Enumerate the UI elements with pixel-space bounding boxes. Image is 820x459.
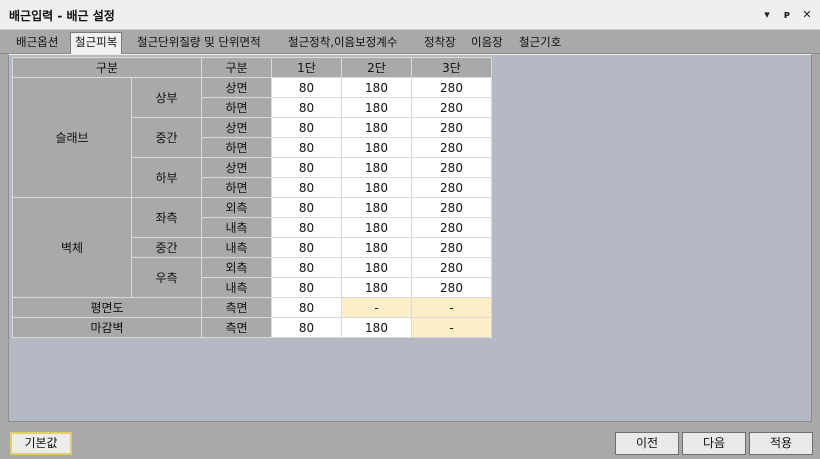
value-cell[interactable]: 180	[341, 117, 412, 138]
value-cell[interactable]: 280	[411, 257, 492, 278]
value-cell[interactable]: 280	[411, 177, 492, 198]
face-label: 내측	[201, 217, 272, 238]
close-icon[interactable]: ✕	[800, 6, 814, 22]
pin-icon[interactable]: ᴘ	[780, 6, 794, 22]
value-cell[interactable]: 180	[341, 97, 412, 118]
value-cell[interactable]: 180	[341, 137, 412, 158]
table-row: 마감벽 측면 80 180 -	[12, 317, 492, 338]
table-row: 슬래브 상부 상면 80 180 280	[12, 77, 492, 198]
face-label: 상면	[201, 77, 272, 98]
face-label: 외측	[201, 197, 272, 218]
header-col-3: 3단	[411, 57, 492, 78]
group-plan: 평면도	[12, 297, 202, 318]
value-cell[interactable]: 180	[341, 197, 412, 218]
header-col-2: 2단	[341, 57, 412, 78]
subgroup-middle: 중간	[131, 117, 202, 158]
tab-anchorage-coefficients[interactable]: 철근정착,이음보정계수	[288, 33, 397, 53]
tab-rebar-symbol[interactable]: 철근기호	[519, 33, 561, 53]
value-cell[interactable]: 280	[411, 197, 492, 218]
face-label: 하면	[201, 97, 272, 118]
table-row: 평면도 측면 80 - -	[12, 297, 492, 318]
rebar-cover-table: 구분 구분 1단 2단 3단 슬래브 상부 상면 80 180 280 하면 8…	[12, 57, 492, 338]
subgroup-right: 우측	[131, 257, 202, 298]
value-cell[interactable]: 180	[341, 77, 412, 98]
value-cell[interactable]: 80	[271, 277, 342, 298]
value-cell[interactable]: 180	[341, 237, 412, 258]
disabled-cell: -	[411, 317, 492, 338]
value-cell[interactable]: 80	[271, 297, 342, 318]
table-header-row: 구분 구분 1단 2단 3단	[12, 57, 492, 78]
face-label: 측면	[201, 317, 272, 338]
value-cell[interactable]: 80	[271, 117, 342, 138]
previous-button[interactable]: 이전	[615, 432, 679, 455]
disabled-cell: -	[411, 297, 492, 318]
value-cell[interactable]: 180	[341, 317, 412, 338]
value-cell[interactable]: 180	[341, 217, 412, 238]
tab-splice-length[interactable]: 이음장	[471, 33, 503, 53]
value-cell[interactable]: 280	[411, 97, 492, 118]
value-cell[interactable]: 180	[341, 277, 412, 298]
face-label: 하면	[201, 137, 272, 158]
subgroup-left: 좌측	[131, 197, 202, 238]
face-label: 내측	[201, 237, 272, 258]
value-cell[interactable]: 80	[271, 237, 342, 258]
next-button[interactable]: 다음	[682, 432, 746, 455]
group-wall: 벽체	[12, 197, 132, 298]
value-cell[interactable]: 80	[271, 97, 342, 118]
header-col-1: 1단	[271, 57, 342, 78]
face-label: 내측	[201, 277, 272, 298]
value-cell[interactable]: 280	[411, 237, 492, 258]
face-label: 외측	[201, 257, 272, 278]
subgroup-wall-middle: 중간	[131, 237, 202, 258]
disabled-cell: -	[341, 297, 412, 318]
face-label: 상면	[201, 117, 272, 138]
value-cell[interactable]: 80	[271, 217, 342, 238]
group-slab: 슬래브	[12, 77, 132, 198]
table-row: 벽체 좌측 외측 80 180 280	[12, 197, 492, 298]
face-label: 측면	[201, 297, 272, 318]
default-values-button[interactable]: 기본값	[10, 432, 72, 455]
rebar-cover-panel: 구분 구분 1단 2단 3단 슬래브 상부 상면 80 180 280 하면 8…	[8, 54, 812, 422]
value-cell[interactable]: 180	[341, 177, 412, 198]
face-label: 하면	[201, 177, 272, 198]
group-finish-wall: 마감벽	[12, 317, 202, 338]
value-cell[interactable]: 80	[271, 137, 342, 158]
value-cell[interactable]: 80	[271, 177, 342, 198]
value-cell[interactable]: 80	[271, 257, 342, 278]
face-label: 상면	[201, 157, 272, 178]
tab-bar: 배근옵션 철근피복 철근단위질량 및 단위면적 철근정착,이음보정계수 정착장 …	[0, 30, 820, 54]
header-subgroup: 구분	[201, 57, 272, 78]
value-cell[interactable]: 280	[411, 277, 492, 298]
value-cell[interactable]: 80	[271, 77, 342, 98]
value-cell[interactable]: 280	[411, 117, 492, 138]
tab-rebar-cover[interactable]: 철근피복	[70, 32, 123, 54]
value-cell[interactable]: 180	[341, 257, 412, 278]
tab-anchorage-length[interactable]: 정착장	[424, 33, 456, 53]
value-cell[interactable]: 280	[411, 157, 492, 178]
value-cell[interactable]: 180	[341, 157, 412, 178]
subgroup-top: 상부	[131, 77, 202, 118]
window-title: 배근입력 - 배근 설정	[9, 9, 115, 23]
tab-rebar-unit-mass[interactable]: 철근단위질량 및 단위면적	[137, 33, 261, 53]
window-controls: ▾ ᴘ ✕	[760, 6, 814, 22]
value-cell[interactable]: 280	[411, 77, 492, 98]
title-bar: 배근입력 - 배근 설정 ▾ ᴘ ✕	[0, 0, 820, 30]
value-cell[interactable]: 280	[411, 217, 492, 238]
apply-button[interactable]: 적용	[749, 432, 813, 455]
header-group: 구분	[12, 57, 202, 78]
subgroup-bottom: 하부	[131, 157, 202, 198]
value-cell[interactable]: 80	[271, 197, 342, 218]
tab-rebar-options[interactable]: 배근옵션	[16, 33, 58, 53]
value-cell[interactable]: 80	[271, 157, 342, 178]
value-cell[interactable]: 80	[271, 317, 342, 338]
value-cell[interactable]: 280	[411, 137, 492, 158]
button-bar: 기본값 이전 다음 적용	[0, 422, 820, 459]
dropdown-arrow-icon[interactable]: ▾	[760, 6, 774, 22]
